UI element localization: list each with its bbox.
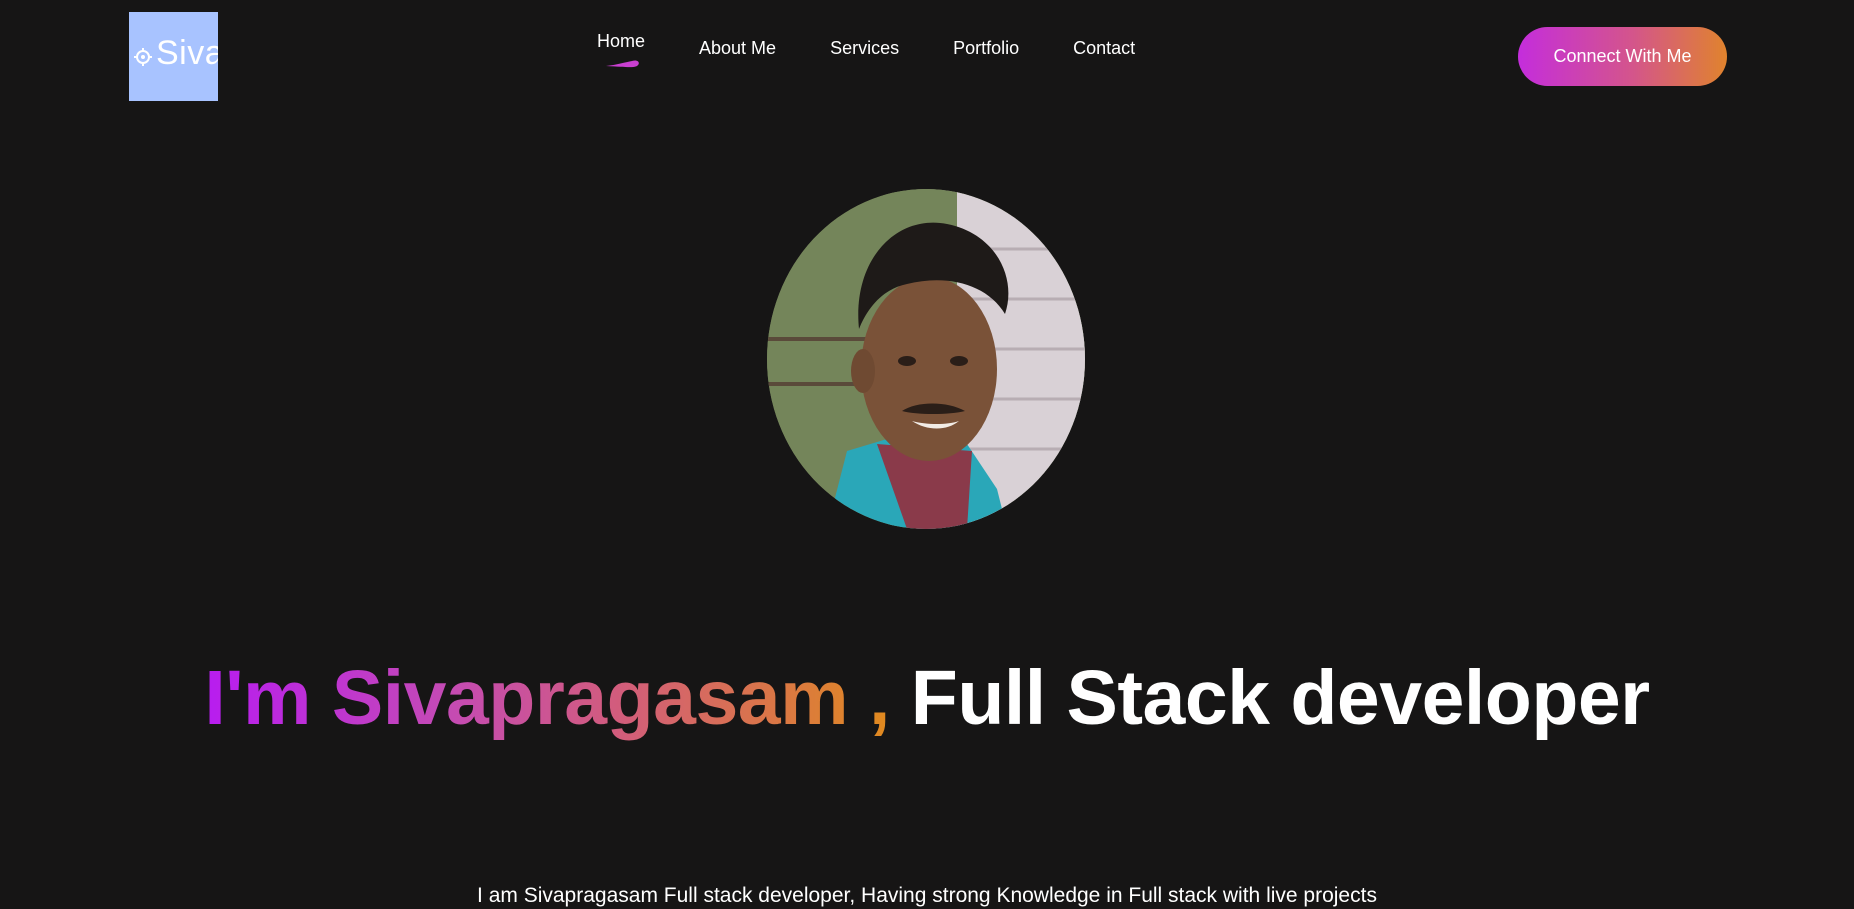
gear-icon	[134, 48, 152, 66]
nav-item-label: Home	[597, 31, 646, 51]
nav-item-about[interactable]: About Me	[699, 38, 776, 59]
navbar: Siva Home About Me Services Portfolio Co…	[0, 0, 1854, 112]
logo-text: Siva	[156, 34, 218, 72]
profile-photo	[767, 189, 1085, 529]
nav-menu: Home About Me Services Portfolio Contact	[597, 31, 1135, 68]
hero-title: I'm Sivapragasam , Full Stack developer	[0, 647, 1854, 750]
avatar	[767, 189, 1085, 529]
nav-item-home[interactable]: Home	[597, 31, 646, 68]
nav-item-portfolio[interactable]: Portfolio	[953, 38, 1019, 59]
page: Siva Home About Me Services Portfolio Co…	[0, 0, 1854, 909]
hero-role: Full Stack developer	[910, 655, 1650, 741]
nav-item-contact[interactable]: Contact	[1073, 38, 1135, 59]
nav-item-label: Contact	[1073, 38, 1136, 58]
nav-item-label: About Me	[699, 38, 777, 58]
active-indicator-icon	[606, 60, 639, 68]
hero-greeting: I'm Sivapragasam ,	[204, 655, 890, 741]
nav-item-label: Portfolio	[953, 38, 1020, 58]
nav-item-label: Services	[830, 38, 900, 58]
hero-description: I am Sivapragasam Full stack developer, …	[477, 884, 1377, 907]
logo[interactable]: Siva	[129, 12, 218, 101]
connect-button[interactable]: Connect With Me	[1518, 27, 1727, 86]
nav-item-services[interactable]: Services	[830, 38, 899, 59]
